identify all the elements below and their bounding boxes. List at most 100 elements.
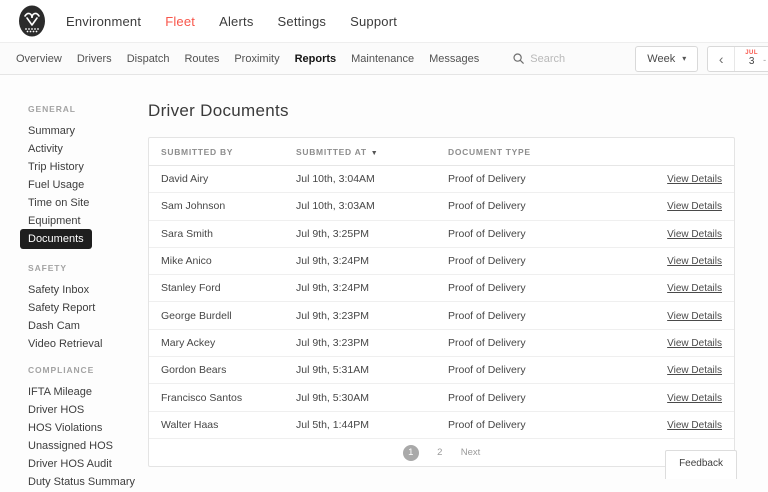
table-body: David Airy Jul 10th, 3:04AM Proof of Del… — [149, 166, 734, 439]
sidebar-section-items: Safety Inbox Safety Report Dash Cam Vide… — [28, 280, 150, 352]
top-bar: Environment Fleet Alerts Settings Suppor… — [0, 0, 768, 42]
sub-nav-item[interactable]: Proximity — [234, 53, 279, 65]
sidebar-section-items: IFTA Mileage Driver HOS HOS Violations U… — [28, 382, 150, 490]
submitted-at-cell: Jul 9th, 3:23PM — [296, 336, 369, 349]
sidebar-section-title: General — [28, 104, 76, 114]
sidebar-item[interactable]: HOS Violations — [28, 418, 102, 438]
sidebar-item[interactable]: Safety Report — [28, 298, 95, 318]
search-input[interactable] — [530, 52, 621, 65]
sub-nav-item[interactable]: Maintenance — [351, 53, 414, 65]
top-nav-item[interactable]: Settings — [278, 14, 327, 29]
toolbar-controls: Week ▾ ‹ JUL 3 - JUL 10 › Live — [635, 45, 768, 72]
page-button[interactable]: 2 — [432, 445, 448, 461]
sub-nav-item[interactable]: Overview — [16, 53, 62, 65]
header-submitted-at-label: Submitted At — [296, 146, 367, 157]
submitted-at-cell: Jul 10th, 3:03AM — [296, 200, 375, 213]
sidebar-item[interactable]: Summary — [28, 121, 75, 141]
page-title: Driver Documents — [148, 101, 289, 120]
pagination: 1 2 Next — [149, 439, 734, 466]
top-nav-item[interactable]: Fleet — [165, 14, 195, 29]
search-icon — [513, 53, 525, 64]
sidebar-item[interactable]: Duty Status Summary — [28, 472, 135, 492]
view-details-link[interactable]: View Details — [667, 256, 722, 267]
table-row: Walter Haas Jul 5th, 1:44PM Proof of Del… — [149, 412, 734, 439]
sub-nav: Overview Drivers Dispatch Routes Proximi… — [0, 42, 768, 75]
top-nav: Environment Fleet Alerts Settings Suppor… — [66, 14, 397, 29]
document-type-cell: Proof of Delivery — [448, 282, 526, 295]
start-date: JUL 3 — [745, 50, 758, 67]
sidebar-item[interactable]: Dash Cam — [28, 316, 80, 336]
period-dropdown[interactable]: Week ▾ — [635, 45, 699, 72]
sidebar: General Summary Activity Trip History — [20, 91, 150, 490]
date-range-display[interactable]: JUL 3 - JUL 10 — [735, 47, 768, 71]
submitted-by-cell: George Burdell — [161, 309, 232, 322]
sidebar-item[interactable]: Driver HOS — [28, 400, 84, 420]
view-details-link[interactable]: View Details — [667, 174, 722, 185]
table-row: Francisco Santos Jul 9th, 5:30AM Proof o… — [149, 384, 734, 412]
submitted-by-cell: Walter Haas — [161, 418, 219, 431]
view-details-link[interactable]: View Details — [667, 393, 722, 404]
prev-week-button[interactable]: ‹ — [708, 46, 736, 71]
document-type-cell: Proof of Delivery — [448, 309, 526, 322]
submitted-by-cell: Sam Johnson — [161, 200, 226, 213]
header-submitted-by[interactable]: Submitted By — [161, 147, 296, 157]
table-row: Mary Ackey Jul 9th, 3:23PM Proof of Deli… — [149, 330, 734, 358]
top-nav-item[interactable]: Support — [350, 14, 397, 29]
view-details-link[interactable]: View Details — [667, 311, 722, 322]
view-details-link[interactable]: View Details — [667, 338, 722, 349]
sidebar-item[interactable]: Time on Site — [28, 193, 89, 213]
sidebar-section-title: Compliance — [28, 365, 95, 375]
submitted-at-cell: Jul 9th, 3:25PM — [296, 227, 369, 240]
submitted-at-cell: Jul 10th, 3:04AM — [296, 173, 375, 186]
sidebar-item[interactable]: Fuel Usage — [28, 175, 84, 195]
sub-nav-item[interactable]: Reports — [295, 53, 337, 65]
chevron-down-icon: ▾ — [682, 54, 687, 63]
header-submitted-at[interactable]: Submitted At ▼ — [296, 147, 448, 157]
sub-nav-item[interactable]: Messages — [429, 53, 479, 65]
owl-logo[interactable] — [16, 4, 48, 38]
document-type-cell: Proof of Delivery — [448, 418, 526, 431]
sidebar-item[interactable]: Video Retrieval — [28, 334, 102, 354]
table-row: Stanley Ford Jul 9th, 3:24PM Proof of De… — [149, 275, 734, 303]
header-document-type[interactable]: Document Type — [448, 147, 652, 157]
sub-nav-item[interactable]: Drivers — [77, 53, 112, 65]
view-details-link[interactable]: View Details — [667, 283, 722, 294]
table-row: David Airy Jul 10th, 3:04AM Proof of Del… — [149, 166, 734, 194]
sidebar-item[interactable]: Trip History — [28, 157, 84, 177]
sidebar-item[interactable]: IFTA Mileage — [28, 382, 92, 402]
view-details-link[interactable]: View Details — [667, 229, 722, 240]
submitted-at-cell: Jul 9th, 3:23PM — [296, 309, 369, 322]
document-type-cell: Proof of Delivery — [448, 227, 526, 240]
view-details-link[interactable]: View Details — [667, 365, 722, 376]
feedback-button[interactable]: Feedback — [665, 450, 737, 479]
content-area: General Summary Activity Trip History — [0, 75, 768, 488]
sidebar-item[interactable]: Documents — [20, 229, 92, 249]
search-box — [513, 52, 621, 65]
submitted-by-cell: Sara Smith — [161, 227, 213, 240]
view-details-link[interactable]: View Details — [667, 201, 722, 212]
top-nav-item[interactable]: Alerts — [219, 14, 253, 29]
submitted-by-cell: Mike Anico — [161, 255, 212, 268]
page-button[interactable]: 1 — [402, 444, 419, 461]
document-type-cell: Proof of Delivery — [448, 364, 526, 377]
sidebar-item[interactable]: Driver HOS Audit — [28, 454, 112, 474]
sub-nav-item[interactable]: Dispatch — [127, 53, 170, 65]
sidebar-item[interactable]: Equipment — [28, 211, 81, 231]
top-nav-item[interactable]: Environment — [66, 14, 141, 29]
sidebar-item[interactable]: Unassigned HOS — [28, 436, 113, 456]
document-type-cell: Proof of Delivery — [448, 173, 526, 186]
sub-nav-item[interactable]: Routes — [184, 53, 219, 65]
document-type-cell: Proof of Delivery — [448, 255, 526, 268]
next-page-button[interactable]: Next — [461, 447, 481, 458]
sidebar-section-items: Summary Activity Trip History Fuel Usage — [20, 121, 150, 250]
submitted-at-cell: Jul 9th, 5:31AM — [296, 364, 369, 377]
submitted-by-cell: David Airy — [161, 173, 209, 186]
table-row: Sara Smith Jul 9th, 3:25PM Proof of Deli… — [149, 221, 734, 248]
submitted-by-cell: Stanley Ford — [161, 282, 221, 295]
view-details-link[interactable]: View Details — [667, 420, 722, 431]
submitted-by-cell: Francisco Santos — [161, 391, 243, 404]
date-separator: - — [763, 54, 767, 65]
sidebar-section: Safety Safety Inbox Safety Report Dash C… — [28, 263, 150, 352]
sidebar-item[interactable]: Activity — [28, 139, 63, 159]
sidebar-item[interactable]: Safety Inbox — [28, 280, 89, 300]
